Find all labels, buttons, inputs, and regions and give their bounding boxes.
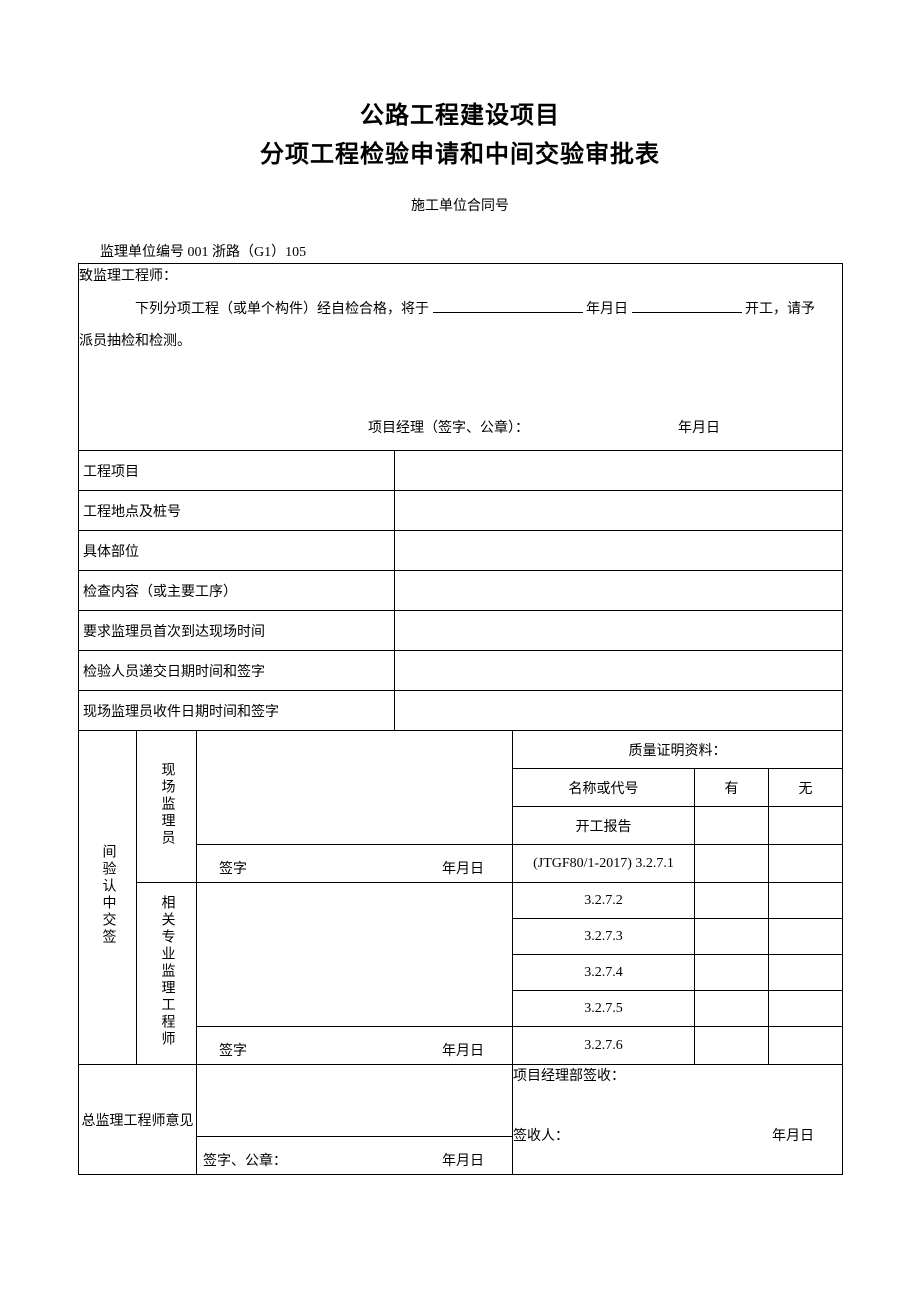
value-project[interactable] (395, 451, 843, 491)
supervisor-date-label: 年月日 (442, 858, 484, 878)
quality-item-4-name: 3.2.7.4 (513, 955, 695, 991)
engineer-sign-cell: 签字 年月日 (197, 1027, 513, 1065)
row-project: 工程项目 (79, 451, 843, 491)
value-content[interactable] (395, 571, 843, 611)
label-content: 检查内容（或主要工序） (79, 571, 395, 611)
pm-sign-label: 项目经理（签字、公章）： (79, 416, 678, 443)
quality-col-yes: 有 (695, 769, 769, 807)
row-content: 检查内容（或主要工序） (79, 571, 843, 611)
quality-item-1-no[interactable] (769, 845, 843, 883)
receipt-cell: 项目经理部签收： 签收人： 年月日 (513, 1065, 843, 1175)
row-location: 工程地点及桩号 (79, 491, 843, 531)
quality-item-2-yes[interactable] (695, 883, 769, 919)
engineer-date-label: 年月日 (442, 1040, 484, 1060)
quality-item-2-no[interactable] (769, 883, 843, 919)
quality-item-0-name: 开工报告 (513, 807, 695, 845)
subtitle: 施工单位合同号 (78, 195, 842, 215)
row-req-time: 要求监理员首次到达现场时间 (79, 611, 843, 651)
quality-item-1-yes[interactable] (695, 845, 769, 883)
intro-paragraph: 下列分项工程（或单个构件）经自检合格，将于 年月日 开工，请予 (79, 297, 842, 324)
quality-item-2-name: 3.2.7.2 (513, 883, 695, 919)
title-line-1: 公路工程建设项目 (78, 95, 842, 130)
supervision-unit-number: 监理单位编号 001 浙路（G1）105 (100, 241, 842, 261)
approval-group-label-text: 间验认中交签 (98, 836, 118, 954)
role-supervisor: 现场监理员 (137, 731, 197, 883)
pm-date-label: 年月日 (678, 416, 798, 443)
chief-body[interactable] (197, 1065, 513, 1137)
chief-sign-label: 签字、公章： (203, 1150, 287, 1170)
role-engineer-text: 相关专业监理工程师 (157, 887, 177, 1056)
engineer-sign-label: 签字 (219, 1040, 247, 1060)
quality-item-5-name: 3.2.7.5 (513, 991, 695, 1027)
quality-item-6-no[interactable] (769, 1027, 843, 1065)
chief-row: 总监理工程师意见 项目经理部签收： 签收人： 年月日 (79, 1065, 843, 1137)
role-engineer: 相关专业监理工程师 (137, 883, 197, 1065)
quality-item-6-yes[interactable] (695, 1027, 769, 1065)
chief-label: 总监理工程师意见 (79, 1065, 197, 1175)
quality-header-row: 间验认中交签 现场监理员 质量证明资料： (79, 731, 843, 769)
label-part: 具体部位 (79, 531, 395, 571)
quality-col-name: 名称或代号 (513, 769, 695, 807)
blank-date-2[interactable] (632, 297, 742, 312)
quality-item-3-no[interactable] (769, 919, 843, 955)
quality-item-3-yes[interactable] (695, 919, 769, 955)
title-line-2: 分项工程检验申请和中间交验审批表 (78, 134, 842, 169)
greeting: 致监理工程师： (79, 264, 842, 291)
quality-col-no: 无 (769, 769, 843, 807)
quality-item-6-name: 3.2.7.6 (513, 1027, 695, 1065)
quality-item-2: 相关专业监理工程师 3.2.7.2 (79, 883, 843, 919)
row-part: 具体部位 (79, 531, 843, 571)
row-receive-sign: 现场监理员收件日期时间和签字 (79, 691, 843, 731)
quality-item-0-yes[interactable] (695, 807, 769, 845)
pm-sign-row: 项目经理（签字、公章）： 年月日 (79, 416, 842, 443)
label-project: 工程项目 (79, 451, 395, 491)
quality-header: 质量证明资料： (513, 731, 843, 769)
receipt-signer-label: 签收人： (513, 1125, 569, 1145)
quality-item-0-no[interactable] (769, 807, 843, 845)
value-receive-sign[interactable] (395, 691, 843, 731)
quality-item-5-yes[interactable] (695, 991, 769, 1027)
intro-row: 致监理工程师： 下列分项工程（或单个构件）经自检合格，将于 年月日 开工，请予 … (79, 264, 843, 451)
supervisor-sign-cell: 签字 年月日 (197, 845, 513, 883)
intro-cell: 致监理工程师： 下列分项工程（或单个构件）经自检合格，将于 年月日 开工，请予 … (79, 264, 843, 451)
chief-date-label: 年月日 (442, 1150, 484, 1170)
intro-date-label: 年月日 (586, 302, 628, 317)
intro-line2: 派员抽检和检测。 (79, 329, 842, 356)
intro-prefix: 下列分项工程（或单个构件）经自检合格，将于 (135, 302, 429, 317)
quality-item-4-no[interactable] (769, 955, 843, 991)
value-submit-sign[interactable] (395, 651, 843, 691)
quality-item-4-yes[interactable] (695, 955, 769, 991)
main-table: 致监理工程师： 下列分项工程（或单个构件）经自检合格，将于 年月日 开工，请予 … (78, 263, 843, 1175)
quality-item-3-name: 3.2.7.3 (513, 919, 695, 955)
supervisor-sign-label: 签字 (219, 858, 247, 878)
approval-group-label: 间验认中交签 (79, 731, 137, 1065)
label-location: 工程地点及桩号 (79, 491, 395, 531)
quality-item-1-name: (JTGF80/1-2017) 3.2.7.1 (513, 845, 695, 883)
label-submit-sign: 检验人员递交日期时间和签字 (79, 651, 395, 691)
row-submit-sign: 检验人员递交日期时间和签字 (79, 651, 843, 691)
quality-item-5-no[interactable] (769, 991, 843, 1027)
receipt-header: 项目经理部签收： (513, 1065, 842, 1085)
blank-date-1[interactable] (433, 297, 583, 312)
chief-sign-cell: 签字、公章： 年月日 (197, 1137, 513, 1175)
label-receive-sign: 现场监理员收件日期时间和签字 (79, 691, 395, 731)
intro-suffix: 开工，请予 (745, 302, 815, 317)
page: 公路工程建设项目 分项工程检验申请和中间交验审批表 施工单位合同号 监理单位编号… (0, 0, 920, 1301)
role-supervisor-text: 现场监理员 (157, 754, 177, 855)
value-req-time[interactable] (395, 611, 843, 651)
label-req-time: 要求监理员首次到达现场时间 (79, 611, 395, 651)
value-location[interactable] (395, 491, 843, 531)
supervisor-body[interactable] (197, 731, 513, 845)
engineer-body[interactable] (197, 883, 513, 1027)
receipt-date-label: 年月日 (772, 1125, 814, 1145)
value-part[interactable] (395, 531, 843, 571)
